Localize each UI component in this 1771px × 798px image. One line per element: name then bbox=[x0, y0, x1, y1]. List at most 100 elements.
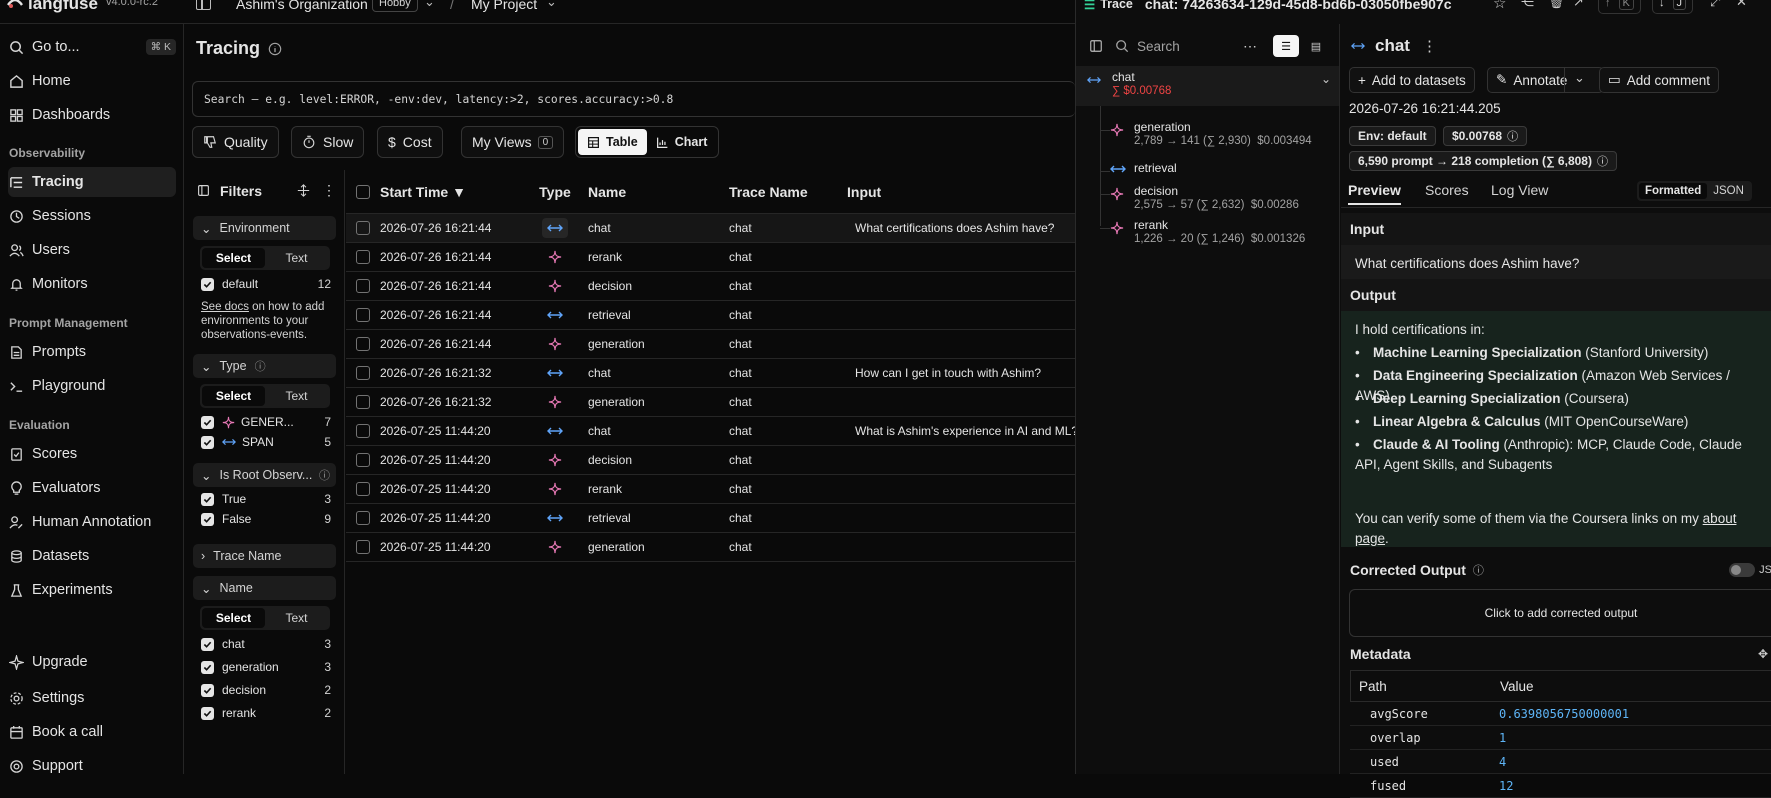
share-icon[interactable]: ⋲ bbox=[1521, 0, 1534, 10]
chart-view-button[interactable]: Chart bbox=[647, 129, 717, 155]
column-type[interactable]: Type bbox=[530, 184, 580, 200]
chevron-down-icon[interactable]: ⌄ bbox=[1321, 72, 1331, 86]
goto-button[interactable]: Go to... ⌘ K bbox=[8, 32, 176, 62]
output-section-header[interactable]: Output bbox=[1341, 279, 1771, 311]
close-icon[interactable]: ✕ bbox=[1736, 0, 1747, 10]
add-to-datasets-button[interactable]: + Add to datasets bbox=[1349, 67, 1475, 93]
table-view-button[interactable]: Table bbox=[578, 129, 647, 155]
sidebar-item-human-annotation[interactable]: Human Annotation bbox=[8, 507, 176, 537]
tree-child-node[interactable]: rerank 1,226 → 20 (∑ 1,246) $0.001326 bbox=[1100, 218, 1332, 252]
filter-option-name[interactable]: generation 3 bbox=[201, 658, 331, 676]
row-checkbox[interactable] bbox=[356, 511, 370, 525]
checkbox-checked-icon[interactable] bbox=[201, 706, 214, 720]
corrected-output-toggle[interactable] bbox=[1729, 563, 1756, 577]
info-icon[interactable]: ⓘ bbox=[319, 467, 330, 483]
table-row[interactable]: 2026-07-26 16:21:44 chat chat What certi… bbox=[346, 214, 1075, 243]
column-start-time[interactable]: Start Time ▼ bbox=[380, 184, 530, 200]
filter-option-false[interactable]: False 9 bbox=[201, 510, 331, 528]
select-mode-button[interactable]: Select bbox=[202, 386, 265, 406]
select-all-checkbox[interactable] bbox=[356, 184, 370, 199]
sidebar-item-users[interactable]: Users bbox=[8, 235, 176, 265]
tab-scores[interactable]: Scores bbox=[1425, 182, 1469, 198]
filter-is-root-header[interactable]: ⌄ Is Root Observ... ⓘ bbox=[193, 463, 336, 487]
maximize-icon[interactable]: ⤢ bbox=[1710, 0, 1720, 10]
row-checkbox[interactable] bbox=[356, 366, 370, 380]
table-row[interactable]: 2026-07-25 11:44:20 retrieval chat bbox=[346, 504, 1075, 533]
filter-option-name[interactable]: decision 2 bbox=[201, 681, 331, 699]
sidebar-item-settings[interactable]: Settings bbox=[8, 683, 176, 713]
org-chevron-down-icon[interactable]: ⌄ bbox=[424, 0, 435, 10]
sidebar-item-prompts[interactable]: Prompts bbox=[8, 337, 176, 367]
filter-option-name[interactable]: rerank 2 bbox=[201, 704, 331, 722]
sidebar-item-support[interactable]: Support bbox=[8, 751, 176, 781]
checkbox-checked-icon[interactable] bbox=[201, 415, 214, 429]
checkbox-checked-icon[interactable] bbox=[201, 492, 214, 506]
row-checkbox[interactable] bbox=[356, 482, 370, 496]
filter-type-header[interactable]: ⌄ Type ⓘ bbox=[193, 354, 336, 378]
quality-button[interactable]: Quality bbox=[192, 126, 279, 158]
org-selector[interactable]: Ashim's Organization bbox=[236, 0, 368, 12]
annotate-button[interactable]: ✎ Annotate bbox=[1487, 67, 1605, 93]
more-horizontal-icon[interactable]: ⋯ bbox=[1243, 38, 1257, 55]
filter-name-header[interactable]: ⌄ Name bbox=[193, 576, 336, 600]
prev-trace-button[interactable]: ↑ K bbox=[1598, 0, 1641, 14]
search-input[interactable]: Search — e.g. level:ERROR, -env:dev, lat… bbox=[192, 81, 1075, 117]
next-trace-button[interactable]: ↓ J bbox=[1652, 0, 1693, 14]
move-icon[interactable] bbox=[297, 184, 310, 197]
checkbox-checked-icon[interactable] bbox=[201, 683, 214, 697]
sidebar-item-evaluators[interactable]: Evaluators bbox=[8, 473, 176, 503]
row-checkbox[interactable] bbox=[356, 395, 370, 409]
tree-child-node[interactable]: retrieval bbox=[1100, 161, 1332, 183]
panel-left-icon[interactable] bbox=[1089, 39, 1103, 53]
sidebar-item-scores[interactable]: Scores bbox=[8, 439, 176, 469]
filter-option-name[interactable]: chat 3 bbox=[201, 635, 331, 653]
my-views-button[interactable]: My Views 0 bbox=[461, 126, 565, 158]
filter-environment-header[interactable]: ⌄ Environment bbox=[193, 216, 336, 240]
select-mode-button[interactable]: Select bbox=[202, 608, 265, 628]
info-icon[interactable]: ⓘ bbox=[1597, 153, 1608, 169]
json-button[interactable]: JSON bbox=[1707, 185, 1750, 197]
tree-root-node[interactable]: chat ∑ $0.00768 ⌄ bbox=[1076, 66, 1339, 106]
panel-left-icon[interactable] bbox=[197, 184, 210, 197]
formatted-button[interactable]: Formatted bbox=[1639, 183, 1708, 199]
sidebar-item-monitors[interactable]: Monitors bbox=[8, 269, 176, 299]
checkbox-checked-icon[interactable] bbox=[201, 277, 214, 291]
text-mode-button[interactable]: Text bbox=[265, 608, 328, 628]
info-icon[interactable]: ⓘ bbox=[255, 358, 266, 374]
trace-search-input[interactable]: Search bbox=[1115, 32, 1243, 60]
add-comment-button[interactable]: ▭ Add comment bbox=[1599, 67, 1720, 93]
project-selector[interactable]: My Project bbox=[471, 0, 537, 12]
table-row[interactable]: 2026-07-26 16:21:32 chat chat How can I … bbox=[346, 359, 1075, 388]
table-row[interactable]: 2026-07-25 11:44:20 chat chat What is As… bbox=[346, 417, 1075, 446]
info-icon[interactable]: ⓘ bbox=[1473, 562, 1484, 578]
column-name[interactable]: Name bbox=[580, 184, 729, 200]
more-vertical-icon[interactable]: ⋮ bbox=[1422, 37, 1437, 55]
move-icon[interactable]: ✥ bbox=[1758, 647, 1768, 661]
see-docs-link[interactable]: See docs bbox=[201, 301, 249, 313]
tree-child-node[interactable]: generation 2,789 → 141 (∑ 2,930) $0.0034… bbox=[1100, 120, 1332, 154]
table-row[interactable]: 2026-07-25 11:44:20 rerank chat bbox=[346, 475, 1075, 504]
text-mode-button[interactable]: Text bbox=[265, 386, 328, 406]
cost-button[interactable]: $ Cost bbox=[377, 126, 443, 158]
table-row[interactable]: 2026-07-26 16:21:44 generation chat bbox=[346, 330, 1075, 359]
column-trace-name[interactable]: Trace Name bbox=[729, 184, 847, 200]
external-link-icon[interactable]: ↗ bbox=[1573, 0, 1584, 10]
checkbox-checked-icon[interactable] bbox=[201, 637, 214, 651]
sidebar-item-playground[interactable]: Playground bbox=[8, 371, 176, 401]
text-mode-button[interactable]: Text bbox=[265, 248, 328, 268]
sidebar-item-experiments[interactable]: Experiments bbox=[8, 575, 176, 605]
sidebar-item-dashboards[interactable]: Dashboards bbox=[8, 100, 176, 130]
row-checkbox[interactable] bbox=[356, 221, 370, 235]
filter-option-span[interactable]: SPAN 5 bbox=[201, 433, 331, 451]
sidebar-item-home[interactable]: Home bbox=[8, 66, 176, 96]
row-checkbox[interactable] bbox=[356, 540, 370, 554]
info-icon[interactable]: ⓘ bbox=[1507, 128, 1518, 144]
filter-option-generation[interactable]: GENER... 7 bbox=[201, 413, 331, 431]
column-input[interactable]: Input bbox=[847, 184, 1075, 200]
tab-preview[interactable]: Preview bbox=[1348, 182, 1401, 205]
sidebar-item-upgrade[interactable]: Upgrade bbox=[8, 647, 176, 677]
sidebar-item-sessions[interactable]: Sessions bbox=[8, 201, 176, 231]
row-checkbox[interactable] bbox=[356, 453, 370, 467]
table-row[interactable]: 2026-07-25 11:44:20 decision chat bbox=[346, 446, 1075, 475]
more-vertical-icon[interactable]: ⋮ bbox=[322, 182, 336, 199]
